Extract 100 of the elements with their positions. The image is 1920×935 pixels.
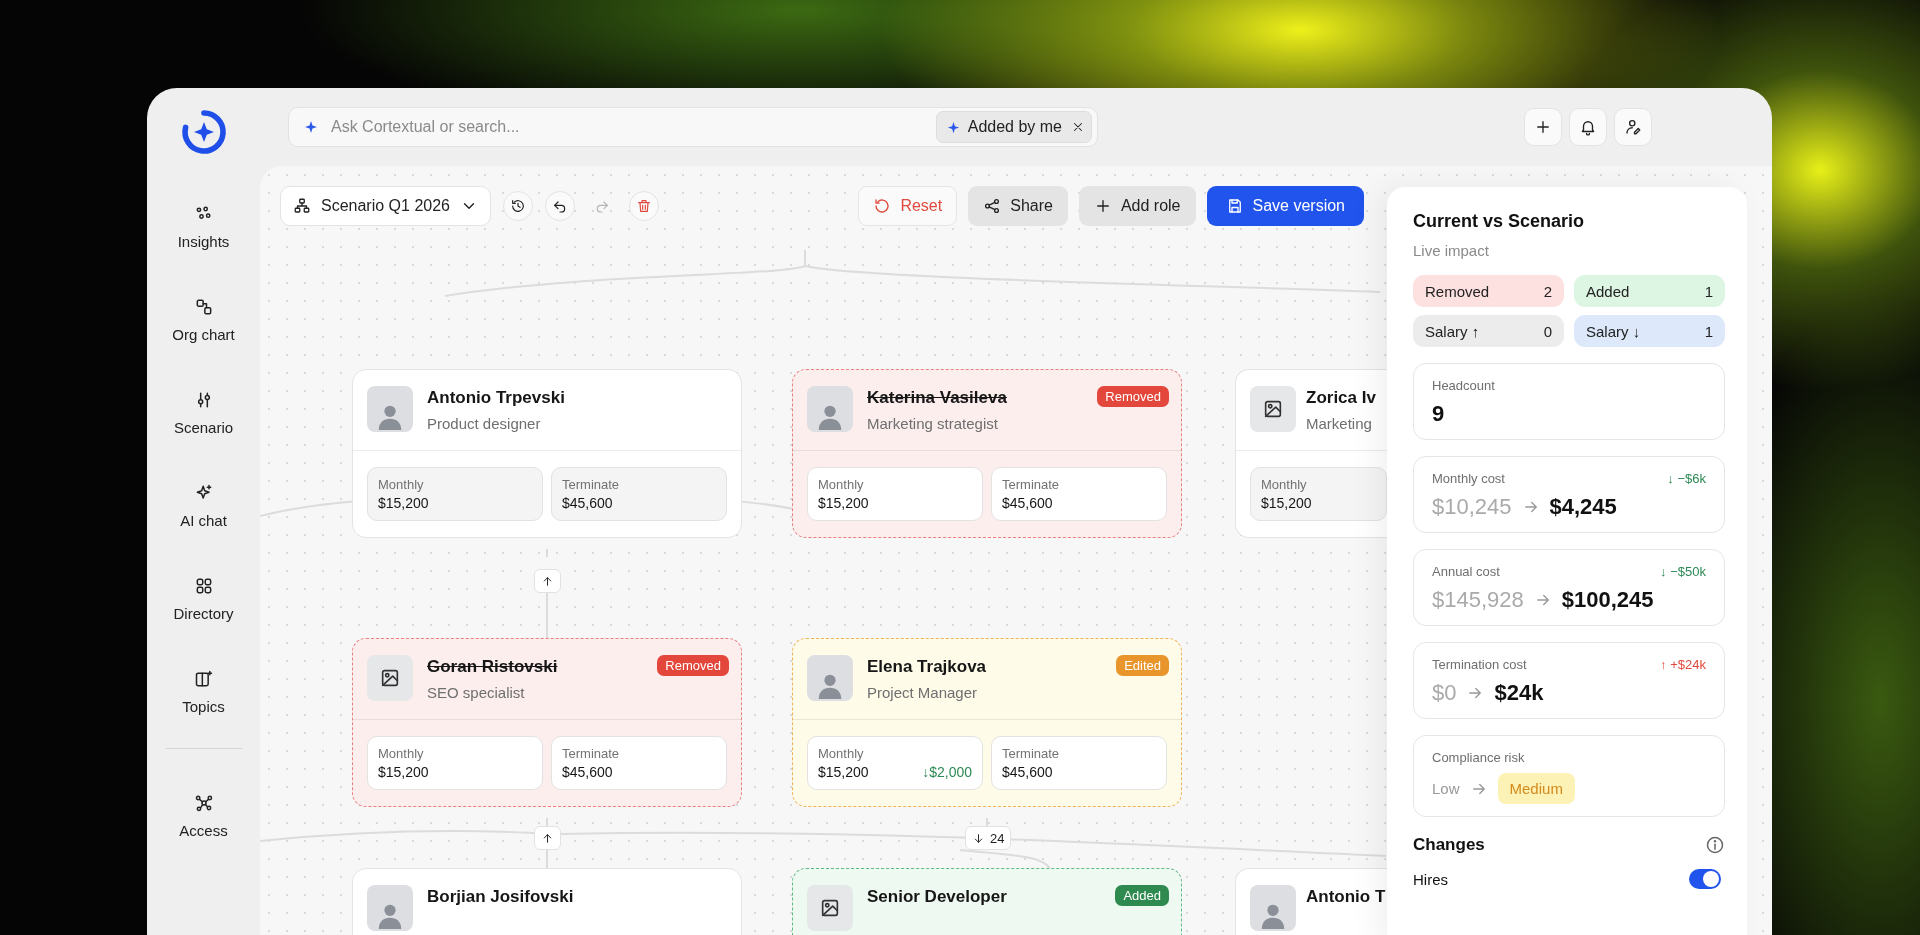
image-icon — [819, 897, 841, 919]
add-button[interactable] — [1524, 108, 1562, 146]
trash-icon — [636, 198, 652, 214]
employee-role: SEO specialist — [427, 684, 526, 701]
metric-label: Monthly cost — [1432, 471, 1505, 486]
status-badge: Edited — [1116, 655, 1169, 676]
employee-role: Product designer — [427, 415, 542, 432]
counter-count: 2 — [1543, 282, 1552, 300]
stat-label: Terminate — [1002, 477, 1060, 492]
save-version-button[interactable]: Save version — [1206, 186, 1364, 226]
metric-label: Headcount — [1432, 378, 1495, 393]
counter-label: Added — [1586, 282, 1630, 300]
employee-card[interactable]: Zorica Iv Marketing Monthly $15,200 — [1235, 369, 1387, 538]
reset-button[interactable]: Reset — [858, 186, 958, 226]
panel-subtitle: Live impact — [1413, 242, 1490, 259]
toggle-label: Hires — [1413, 870, 1448, 888]
sidebar-item[interactable]: Topics — [153, 645, 254, 738]
employee-name: Senior Developer — [867, 887, 1007, 907]
stat-label: Terminate — [562, 477, 620, 492]
previous-value: $145,928 — [1432, 587, 1524, 613]
panel-plus-icon — [193, 668, 214, 689]
stat-value: $15,200 — [818, 764, 869, 780]
search-field[interactable]: Ask Cortextual or search... Added by me — [288, 107, 1098, 147]
status-badge: Removed — [1097, 386, 1169, 407]
org-chart-icon — [293, 197, 311, 215]
stat-label: Monthly — [378, 746, 424, 761]
metric-value: 9 — [1432, 401, 1445, 427]
stat-value: $45,600 — [562, 764, 613, 780]
new-value: $24k — [1494, 680, 1544, 706]
stat-value: $45,600 — [1002, 495, 1053, 511]
image-icon — [1262, 398, 1284, 420]
employee-card[interactable]: Elena Trajkova Project Manager Edited Monthly $15,200 ↓$2,000 Terminate $45,600 — [792, 638, 1182, 807]
metric-label: Termination cost — [1432, 657, 1527, 672]
employee-card[interactable]: Katerina Vasileva Marketing strategist Removed Monthly $15,200 Terminate $45,600 — [792, 369, 1182, 538]
collapse-button[interactable] — [534, 826, 561, 850]
stat-value: $45,600 — [1002, 764, 1053, 780]
plus-icon — [1534, 118, 1552, 136]
stat-label: Terminate — [562, 746, 620, 761]
share-icon — [983, 197, 1002, 215]
stat-label: Monthly — [378, 477, 424, 492]
status-badge: Removed — [657, 655, 729, 676]
employee-name: Goran Ristovski — [427, 657, 558, 677]
employee-role: Project Manager — [867, 684, 979, 701]
profile-button[interactable] — [1614, 108, 1652, 146]
employee-name: Borjian Josifovski — [427, 887, 574, 907]
toggle-switch[interactable] — [1689, 869, 1721, 889]
image-icon — [379, 667, 401, 689]
previous-risk: Low — [1432, 780, 1460, 797]
sidebar-item[interactable]: Access — [153, 769, 254, 862]
collapse-button[interactable] — [534, 569, 561, 593]
employee-card[interactable]: Antonio T — [1235, 868, 1387, 935]
expand-button[interactable]: 24 — [965, 826, 1012, 850]
chip-label: Added by me — [967, 118, 1062, 136]
history-button[interactable] — [503, 191, 533, 221]
sidebar-item[interactable]: Scenario — [153, 366, 254, 459]
undo-button[interactable] — [545, 191, 575, 221]
delete-button[interactable] — [629, 191, 659, 221]
counter-count: 0 — [1543, 322, 1552, 340]
add-role-button[interactable]: Add role — [1078, 186, 1196, 226]
close-icon — [1071, 120, 1085, 134]
counter-count: 1 — [1704, 322, 1713, 340]
new-value: $4,245 — [1549, 494, 1617, 520]
stat-value: $15,200 — [378, 764, 429, 780]
metric-change: ↓ −$6k — [1667, 471, 1706, 486]
history-icon — [510, 198, 526, 214]
stat-label: Terminate — [1002, 746, 1060, 761]
stat-label: Monthly — [1261, 477, 1307, 492]
sidebar-item[interactable]: Insights — [153, 180, 254, 273]
metric-label: Compliance risk — [1432, 750, 1525, 765]
previous-value: $0 — [1432, 680, 1457, 706]
sidebar-item[interactable]: AI chat — [153, 459, 254, 552]
employee-card[interactable]: Borjian Josifovski — [352, 868, 742, 935]
sparkle-icon — [945, 119, 961, 135]
employee-name: Zorica Iv — [1306, 388, 1376, 408]
employee-name: Antonio T — [1306, 887, 1386, 907]
employee-card[interactable]: Senior Developer Added — [792, 868, 1182, 935]
filter-chip[interactable]: Added by me — [935, 111, 1092, 143]
logo-icon — [179, 108, 228, 156]
sidebar-item[interactable]: Org chart — [153, 273, 254, 366]
employee-card[interactable]: Antonio Trpevski Product designer Monthly $15,200 Terminate $45,600 — [352, 369, 742, 538]
user-icon — [1624, 118, 1642, 136]
section-title: Changes — [1413, 835, 1485, 855]
employee-name: Katerina Vasileva — [867, 388, 1007, 408]
notifications-button[interactable] — [1569, 108, 1607, 146]
stat-change: ↓$2,000 — [922, 764, 972, 780]
metric-change: ↓ −$50k — [1660, 564, 1706, 579]
stat-label: Monthly — [818, 477, 864, 492]
employee-role: Marketing strategist — [867, 415, 999, 432]
share-button[interactable]: Share — [968, 186, 1068, 226]
sidebar-item[interactable]: Directory — [153, 552, 254, 645]
arrow-up-icon — [541, 831, 554, 845]
stat-label: Monthly — [818, 746, 864, 761]
employee-name: Elena Trajkova — [867, 657, 987, 677]
employee-name: Antonio Trpevski — [427, 388, 565, 408]
scenario-dropdown[interactable]: Scenario Q1 2026 — [280, 186, 491, 226]
previous-value: $10,245 — [1432, 494, 1512, 520]
employee-card[interactable]: Goran Ristovski SEO specialist Removed Monthly $15,200 Terminate $45,600 — [352, 638, 742, 807]
stat-value: $45,600 — [562, 495, 613, 511]
stat-value: $15,200 — [818, 495, 869, 511]
reset-icon — [873, 197, 892, 215]
